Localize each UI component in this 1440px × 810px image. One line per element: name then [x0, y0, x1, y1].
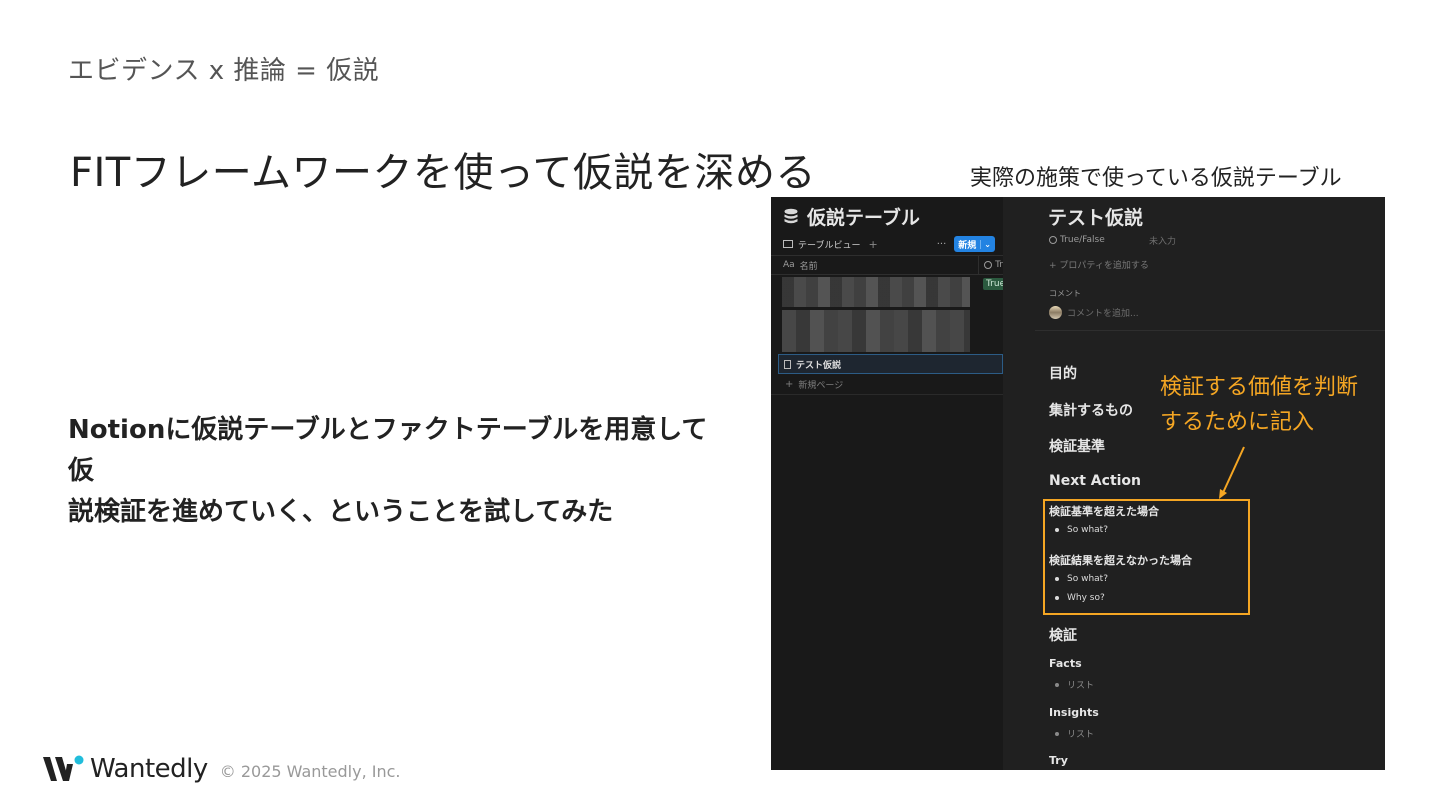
table-row-blurred-2[interactable] [782, 310, 970, 352]
footer: Wantedly © 2025 Wantedly, Inc. [42, 752, 401, 786]
notion-page-title[interactable]: テスト仮説 [1048, 203, 1143, 230]
page-pane: テスト仮説 True/False 未入力 + プロパティを追加する コメント コ… [1003, 197, 1385, 770]
heading-next-action: Next Action [1049, 473, 1142, 489]
breadcrumb: エビデンス x 推論 = 仮説 [68, 56, 380, 86]
body-line-1: Notionに仮説テーブルとファクトテーブルを用意して仮 [68, 415, 708, 486]
text-property-icon: Aa [783, 260, 795, 270]
highlight-box [1043, 499, 1250, 615]
column-name-label: 名前 [799, 261, 818, 272]
comment-input[interactable]: コメントを追加... [1049, 306, 1139, 319]
column-tf-label: Tr [995, 260, 1003, 270]
database-title: 仮説テーブル [783, 203, 920, 230]
heading-aggregate: 集計するもの [1049, 403, 1133, 419]
plus-icon: + [785, 379, 794, 390]
copyright: © 2025 Wantedly, Inc. [219, 761, 401, 781]
comment-placeholder: コメントを追加... [1067, 309, 1139, 319]
screenshot-caption: 実際の施策で使っている仮説テーブル [970, 166, 1342, 191]
new-page-label: 新規ページ [798, 381, 844, 391]
list-item: リスト [1055, 678, 1094, 691]
comment-label: コメント [1049, 289, 1081, 298]
body-line-2: 説検証を進めていく、ということを試してみた [68, 497, 614, 527]
arrow-icon [1219, 446, 1245, 499]
page-icon [784, 359, 791, 369]
notion-screenshot: 仮説テーブル テーブルビュー + ··· 新規 ⌄ Aa 名前 Tr True [771, 197, 1385, 770]
database-title-text: 仮説テーブル [807, 207, 920, 229]
add-view-button[interactable]: + [868, 238, 877, 251]
new-button[interactable]: 新規 ⌄ [954, 236, 995, 252]
heading-verify: 検証 [1049, 628, 1077, 644]
tab-table-view[interactable]: テーブルビュー [798, 238, 860, 251]
selected-row-label: テスト仮説 [796, 360, 842, 371]
table-header: Aa 名前 Tr [771, 255, 1003, 275]
property-name: True/False [1060, 235, 1105, 245]
list-item: リスト [1055, 727, 1094, 740]
brand-name: Wantedly [90, 754, 208, 784]
table-view-icon [783, 240, 793, 248]
status-icon [1049, 236, 1057, 244]
column-tf-header[interactable]: Tr [979, 260, 1003, 270]
chevron-down-icon[interactable]: ⌄ [980, 239, 991, 249]
database-pane: 仮説テーブル テーブルビュー + ··· 新規 ⌄ Aa 名前 Tr True [771, 197, 1009, 770]
subheading-insights: Insights [1049, 706, 1099, 719]
annotation-line-1: 検証する価値を判断 [1160, 375, 1359, 400]
add-property-button[interactable]: + プロパティを追加する [1049, 258, 1149, 271]
subheading-try: Try [1049, 754, 1068, 767]
new-page-row[interactable]: + 新規ページ [771, 375, 1003, 395]
avatar [1049, 306, 1062, 319]
database-icon [784, 208, 798, 223]
new-button-label: 新規 [958, 240, 977, 251]
annotation-line-2: するために記入 [1160, 410, 1315, 435]
page-title: FITフレームワークを使って仮説を深める [70, 150, 817, 196]
view-toolbar: テーブルビュー + ··· 新規 ⌄ [783, 235, 995, 253]
wantedly-logo-icon [43, 755, 84, 781]
divider [1035, 330, 1385, 331]
column-name-header[interactable]: Aa 名前 [771, 256, 980, 274]
property-value[interactable]: 未入力 [1149, 234, 1176, 247]
table-row-blurred-1[interactable] [782, 277, 970, 307]
subheading-facts: Facts [1049, 657, 1082, 670]
more-options-icon[interactable]: ··· [937, 239, 947, 250]
property-row[interactable]: True/False 未入力 [1049, 235, 1176, 247]
heading-criteria: 検証基準 [1049, 439, 1105, 455]
status-icon [984, 261, 993, 269]
annotation: 検証する価値を判断 するために記入 [1160, 370, 1358, 440]
table-row-selected[interactable]: テスト仮説 [778, 354, 1003, 374]
body-text: Notionに仮説テーブルとファクトテーブルを用意して仮 説検証を進めていく、と… [68, 410, 728, 533]
heading-purpose: 目的 [1049, 366, 1077, 382]
